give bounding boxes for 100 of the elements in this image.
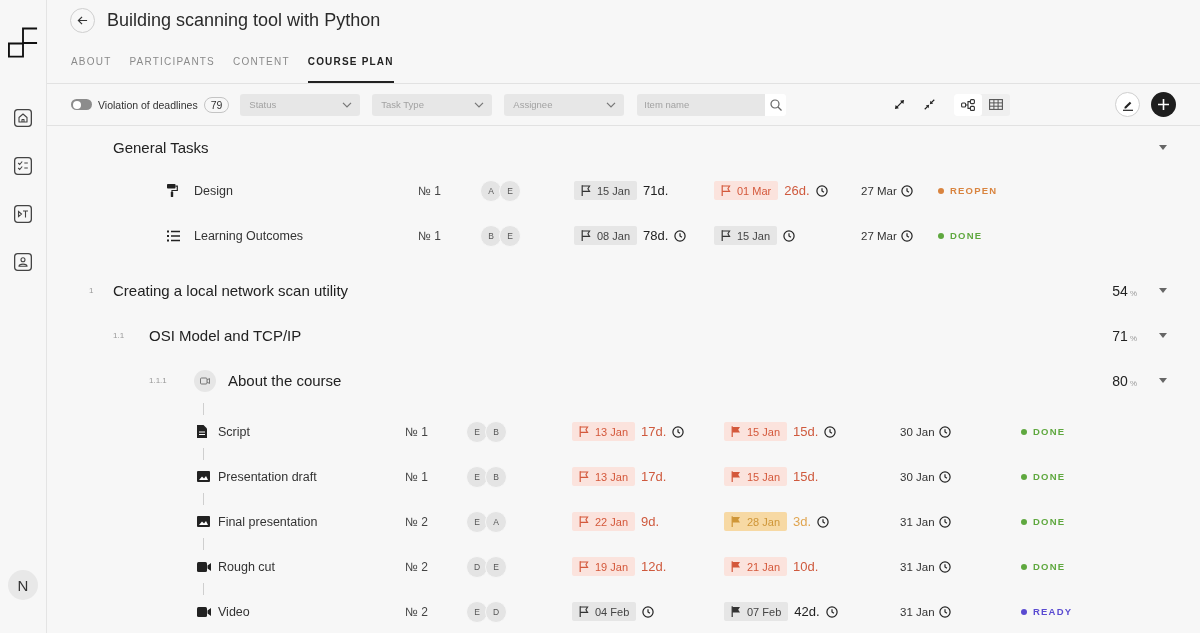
task-name[interactable]: Learning Outcomes: [194, 228, 418, 243]
task-name[interactable]: Presentation draft: [218, 469, 405, 484]
play-text-icon[interactable]: [14, 205, 32, 223]
status-label: REOPEN: [950, 185, 998, 196]
date-text: 21 Jan: [747, 560, 781, 573]
section-title: About the course: [228, 372, 342, 389]
status-label: DONE: [1033, 471, 1066, 482]
days-count: 15d.: [793, 469, 819, 484]
clock-icon: [938, 605, 951, 618]
assignee-avatar: E: [485, 555, 507, 578]
assignee-avatar: E: [466, 510, 488, 533]
arrow-left-icon: [77, 14, 88, 26]
task-number: № 2: [405, 559, 429, 574]
days-count: 10d.: [793, 559, 819, 574]
days-count: 26d.: [784, 183, 810, 198]
image-icon: [197, 471, 210, 482]
clock-icon: [900, 184, 913, 197]
tree-connector: [203, 448, 204, 460]
home-icon[interactable]: [14, 109, 32, 127]
user-profile-icon[interactable]: [14, 253, 32, 271]
clock-icon: [938, 470, 951, 483]
add-button[interactable]: [1151, 92, 1176, 117]
plus-icon: [1158, 99, 1169, 110]
search-icon: [769, 98, 782, 111]
date-text: 15 Jan: [737, 229, 771, 242]
tree-connector: [203, 403, 204, 415]
progress-percent: 71%: [1112, 327, 1137, 344]
checklist-icon[interactable]: [14, 157, 32, 175]
tree-connector: [203, 583, 204, 595]
date-text: 19 Jan: [595, 560, 629, 573]
search-button[interactable]: [765, 93, 787, 116]
caret-down-icon[interactable]: [1159, 378, 1167, 383]
video-camera-icon: [197, 606, 211, 617]
date-text: 22 Jan: [595, 515, 629, 528]
logo-icon[interactable]: [8, 27, 38, 58]
task-name[interactable]: Final presentation: [218, 514, 405, 529]
section-number: 1: [89, 286, 95, 295]
date-text: 15 Jan: [747, 425, 781, 438]
video-camera-icon: [194, 369, 216, 392]
view-button[interactable]: [954, 93, 983, 116]
end-date: 31 Jan: [900, 560, 935, 573]
status-label: READY: [1033, 606, 1073, 617]
assignee-avatar: E: [499, 224, 521, 247]
chevron-down-icon: [606, 101, 617, 108]
days-count: 17d.: [641, 424, 667, 439]
assignee-avatar: A: [485, 510, 507, 533]
assignee-avatar: E: [466, 600, 488, 623]
user-avatar[interactable]: N: [8, 570, 38, 600]
task-number: № 1: [418, 228, 442, 243]
edit-button[interactable]: [1115, 92, 1140, 117]
status-label: DONE: [1033, 516, 1066, 527]
search-field[interactable]: Item name: [637, 93, 766, 116]
assignee-avatar: B: [485, 465, 507, 488]
assignee-avatar: B: [485, 420, 507, 443]
tab[interactable]: COURSE PLAN: [307, 40, 394, 83]
section-number: 1.1.1: [149, 376, 168, 385]
task-number: № 1: [418, 183, 442, 198]
assignee-avatar: B: [480, 224, 502, 247]
hierarchy-icon: [961, 98, 976, 111]
page-title: Building scanning tool with Python: [107, 9, 381, 31]
date-text: 15 Jan: [747, 470, 781, 483]
task-name[interactable]: Design: [194, 183, 418, 198]
days-count: 17d.: [641, 469, 667, 484]
assignee-avatar: E: [466, 465, 488, 488]
section-title: Creating a local network scan utility: [113, 282, 349, 299]
task-name[interactable]: Rough cut: [218, 559, 405, 574]
assignee-avatar: A: [480, 179, 502, 202]
caret-down-icon[interactable]: [1159, 288, 1167, 293]
progress-percent: 54%: [1112, 282, 1137, 299]
clock-icon: [938, 425, 951, 438]
clock-icon: [938, 515, 951, 528]
assignee-avatar: E: [499, 179, 521, 202]
end-date: 31 Jan: [900, 605, 935, 618]
chevron-down-icon: [342, 101, 353, 108]
task-name[interactable]: Video: [218, 604, 405, 619]
tree-connector: [203, 538, 204, 550]
days-count: 15d.: [793, 424, 819, 439]
end-date: 30 Jan: [900, 425, 935, 438]
task-number: № 2: [405, 514, 429, 529]
toggle-label: Violation of deadlines: [98, 98, 198, 111]
collapse-icon[interactable]: [924, 99, 936, 110]
group-title: General Tasks: [113, 138, 209, 156]
date-text: 07 Feb: [747, 605, 782, 618]
date-text: 04 Feb: [595, 605, 630, 618]
status-label: DONE: [950, 230, 983, 241]
video-camera-icon: [197, 561, 211, 572]
date-text: 13 Jan: [595, 470, 629, 483]
date-text: 15 Jan: [597, 184, 631, 197]
toggle-switch[interactable]: [71, 99, 92, 110]
caret-down-icon[interactable]: [1159, 144, 1167, 150]
expand-icon[interactable]: [894, 99, 906, 110]
table-icon: [989, 99, 1004, 110]
days-count: 3d.: [793, 514, 812, 529]
task-number: № 1: [405, 424, 429, 439]
date-text: 28 Jan: [747, 515, 781, 528]
days-count: 71d.: [643, 183, 669, 198]
task-number: № 2: [405, 604, 429, 619]
section-number: 1.1: [113, 331, 126, 340]
task-name[interactable]: Script: [218, 424, 405, 439]
caret-down-icon[interactable]: [1159, 333, 1167, 338]
